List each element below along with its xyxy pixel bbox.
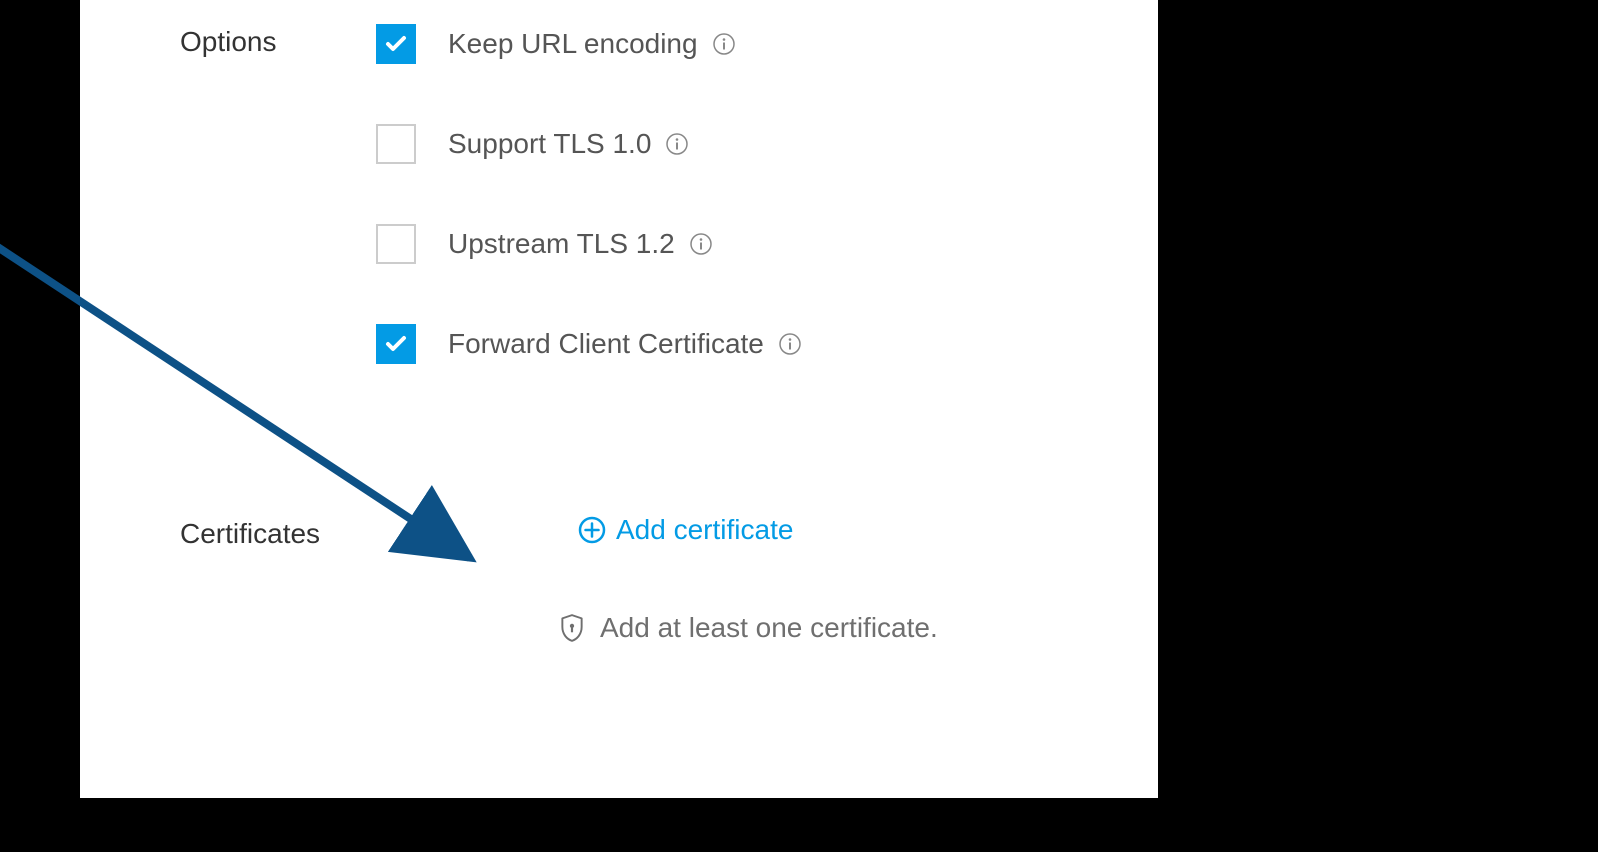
certificates-section-label: Certificates — [80, 514, 376, 550]
option-forward-client-certificate: Forward Client Certificate — [376, 322, 1158, 366]
certificates-section: Certificates Add certificate — [80, 514, 1158, 550]
info-icon[interactable] — [712, 32, 736, 56]
options-list: Keep URL encoding Support TLS 1.0 — [376, 22, 1158, 366]
info-icon[interactable] — [778, 332, 802, 356]
settings-panel: Options Keep URL encoding — [80, 0, 1158, 798]
checkbox-keep-url-encoding[interactable] — [376, 24, 416, 64]
add-certificate-button[interactable]: Add certificate — [578, 514, 793, 546]
shield-icon — [558, 613, 586, 643]
checkbox-upstream-tls-1-2[interactable] — [376, 224, 416, 264]
checkbox-support-tls-1-0[interactable] — [376, 124, 416, 164]
add-certificate-label: Add certificate — [616, 514, 793, 546]
options-section-label: Options — [80, 22, 376, 58]
option-label: Support TLS 1.0 — [448, 128, 651, 160]
certificates-content: Add certificate — [376, 514, 793, 550]
option-keep-url-encoding: Keep URL encoding — [376, 22, 1158, 66]
plus-circle-icon — [578, 516, 606, 544]
option-label: Keep URL encoding — [448, 28, 698, 60]
option-upstream-tls-1-2: Upstream TLS 1.2 — [376, 222, 1158, 266]
option-support-tls-1-0: Support TLS 1.0 — [376, 122, 1158, 166]
check-icon — [384, 332, 408, 356]
info-icon[interactable] — [689, 232, 713, 256]
certificate-hint: Add at least one certificate. — [558, 612, 1158, 644]
checkbox-forward-client-certificate[interactable] — [376, 324, 416, 364]
info-icon[interactable] — [665, 132, 689, 156]
options-section: Options Keep URL encoding — [80, 22, 1158, 366]
option-label: Forward Client Certificate — [448, 328, 764, 360]
certificate-hint-text: Add at least one certificate. — [600, 612, 938, 644]
check-icon — [384, 32, 408, 56]
option-label: Upstream TLS 1.2 — [448, 228, 675, 260]
